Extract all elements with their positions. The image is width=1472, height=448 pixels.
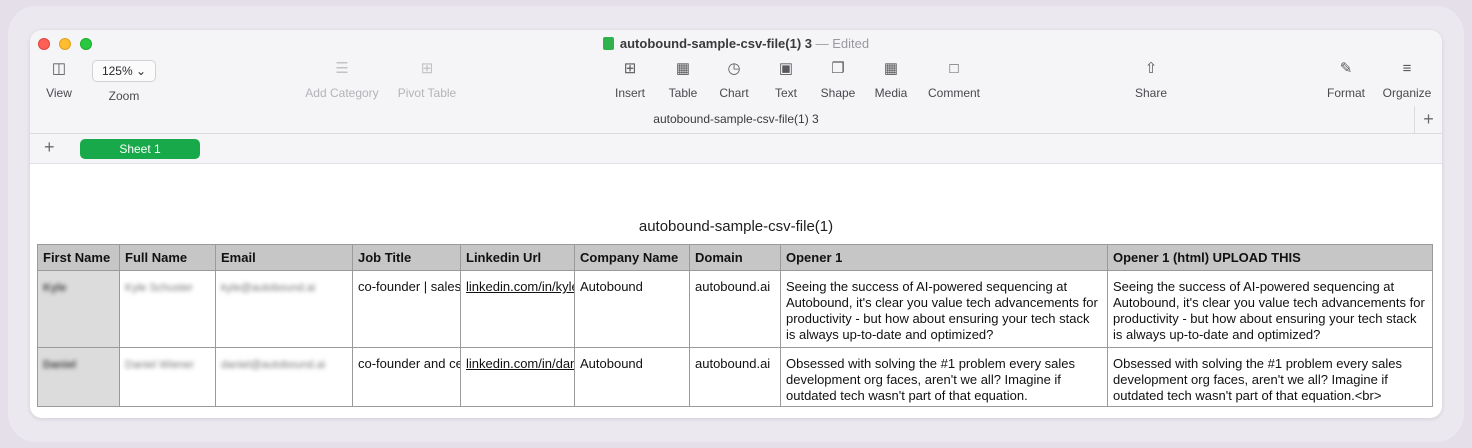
header-cell[interactable]: Opener 1 — [780, 244, 1108, 271]
view-button[interactable]: ◫ View — [44, 60, 74, 100]
table-cell-job-title[interactable]: co-founder and ceo — [352, 347, 461, 407]
insert-button[interactable]: ⊞ Insert — [610, 60, 650, 100]
media-button[interactable]: ▦ Media — [872, 60, 910, 100]
title-separator: — — [812, 36, 833, 51]
table-cell-opener[interactable]: Obsessed with solving the #1 problem eve… — [780, 347, 1108, 407]
add-sheet-button[interactable]: + — [44, 137, 55, 158]
blurred-first-name: Kyle — [43, 282, 67, 294]
header-cell[interactable]: Full Name — [119, 244, 216, 271]
organize-label: Organize — [1382, 86, 1432, 100]
table-button[interactable]: ▦ Table — [666, 60, 700, 100]
table-cell-email[interactable]: kyle@autobound.ai — [215, 270, 353, 348]
chart-icon: ◷ — [727, 60, 741, 77]
toolbar: autobound-sample-csv-file(1) 3 — Edited … — [30, 30, 1442, 134]
insert-label: Insert — [614, 86, 645, 100]
add-tab-button[interactable]: + — [1414, 106, 1442, 134]
zoom-control[interactable]: 125% ⌄ Zoom — [90, 60, 158, 103]
table-cell-opener-html[interactable]: Seeing the success of AI-powered sequenc… — [1107, 270, 1433, 348]
table-cell-full-name[interactable]: Daniel Wiener — [119, 347, 216, 407]
comment-button[interactable]: □ Comment — [924, 60, 984, 100]
pivot-table-label: Pivot Table — [397, 86, 457, 100]
window-title: autobound-sample-csv-file(1) 3 — Edited — [30, 36, 1442, 51]
text-button[interactable]: ▣ Text — [770, 60, 802, 100]
chart-button[interactable]: ◷ Chart — [716, 60, 752, 100]
format-label: Format — [1326, 86, 1365, 100]
blurred-first-name: Daniel — [43, 359, 77, 371]
zoom-label: Zoom — [108, 89, 140, 103]
share-label: Share — [1134, 86, 1168, 100]
media-icon: ▦ — [883, 60, 899, 77]
pivot-table-icon: ⊞ — [420, 60, 434, 77]
table-cell-job-title[interactable]: co-founder | sales — [352, 270, 461, 348]
add-category-label: Add Category — [305, 86, 379, 100]
header-cell[interactable]: Company Name — [574, 244, 690, 271]
comment-icon: □ — [949, 60, 959, 77]
blurred-email: kyle@autobound.ai — [221, 282, 316, 294]
media-label: Media — [874, 86, 908, 100]
add-category-button[interactable]: ☰ Add Category — [302, 60, 382, 100]
table-cell-email[interactable]: daniel@autobound.ai — [215, 347, 353, 407]
table-title[interactable]: autobound-sample-csv-file(1) — [30, 218, 1442, 235]
sheet-tab-active[interactable]: Sheet 1 — [80, 139, 200, 159]
insert-icon: ⊞ — [623, 60, 637, 77]
data-table: First Name Full Name Email Job Title Lin… — [37, 244, 1433, 407]
table-cell-domain[interactable]: autobound.ai — [689, 347, 781, 407]
organize-icon: ≡ — [1402, 60, 1412, 77]
numbers-window: autobound-sample-csv-file(1) 3 — Edited … — [30, 30, 1442, 418]
header-cell[interactable]: Domain — [689, 244, 781, 271]
pivot-table-button[interactable]: ⊞ Pivot Table — [394, 60, 460, 100]
view-label: View — [46, 86, 72, 100]
table-row: Kyle Kyle Schuster kyle@autobound.ai co-… — [37, 270, 1433, 348]
header-cell[interactable]: Opener 1 (html) UPLOAD THIS — [1107, 244, 1433, 271]
edited-status: Edited — [832, 36, 870, 51]
text-box-icon: ▣ — [778, 60, 794, 77]
table-cell-first-name[interactable]: Kyle — [37, 270, 120, 348]
zoom-select[interactable]: 125% ⌄ — [92, 60, 156, 82]
window-title-text: autobound-sample-csv-file(1) 3 — [619, 36, 813, 51]
comment-label: Comment — [927, 86, 980, 100]
header-cell[interactable]: Email — [215, 244, 353, 271]
list-icon: ☰ — [335, 60, 349, 77]
table-row: Daniel Daniel Wiener daniel@autobound.ai… — [37, 347, 1433, 407]
numbers-document-icon — [602, 37, 614, 50]
organize-button[interactable]: ≡ Organize — [1380, 60, 1434, 100]
paintbrush-icon: ✎ — [1339, 60, 1353, 77]
sidebar-icon: ◫ — [51, 60, 67, 77]
table-cell-domain[interactable]: autobound.ai — [689, 270, 781, 348]
table-cell-opener-html[interactable]: Obsessed with solving the #1 problem eve… — [1107, 347, 1433, 407]
text-label: Text — [774, 86, 797, 100]
header-row: First Name Full Name Email Job Title Lin… — [37, 244, 1433, 271]
table-cell-opener[interactable]: Seeing the success of AI-powered sequenc… — [780, 270, 1108, 348]
table-cell-linkedin[interactable]: linkedin.com/in/kyle — [460, 270, 575, 348]
table-cell-linkedin[interactable]: linkedin.com/in/daniel — [460, 347, 575, 407]
table-cell-company[interactable]: Autobound — [574, 270, 690, 348]
chart-label: Chart — [719, 86, 749, 100]
header-cell[interactable]: Linkedin Url — [460, 244, 575, 271]
share-button[interactable]: ⇧ Share — [1132, 60, 1170, 100]
header-cell[interactable]: Job Title — [352, 244, 461, 271]
table-cell-company[interactable]: Autobound — [574, 347, 690, 407]
share-icon: ⇧ — [1144, 60, 1158, 77]
table-cell-full-name[interactable]: Kyle Schuster — [119, 270, 216, 348]
table-label: Table — [668, 86, 698, 100]
blurred-full-name: Daniel Wiener — [125, 359, 195, 371]
sheet-tab-bar: + Sheet 1 — [30, 134, 1442, 164]
format-button[interactable]: ✎ Format — [1324, 60, 1368, 100]
table-icon: ▦ — [675, 60, 691, 77]
shape-button[interactable]: ❐ Shape — [818, 60, 858, 100]
table-cell-first-name[interactable]: Daniel — [37, 347, 120, 407]
shape-icon: ❐ — [831, 60, 845, 77]
blurred-email: daniel@autobound.ai — [221, 359, 326, 371]
header-cell[interactable]: First Name — [37, 244, 120, 271]
blurred-full-name: Kyle Schuster — [125, 282, 193, 294]
document-subtitle: autobound-sample-csv-file(1) 3 — [653, 112, 819, 126]
shape-label: Shape — [820, 86, 856, 100]
